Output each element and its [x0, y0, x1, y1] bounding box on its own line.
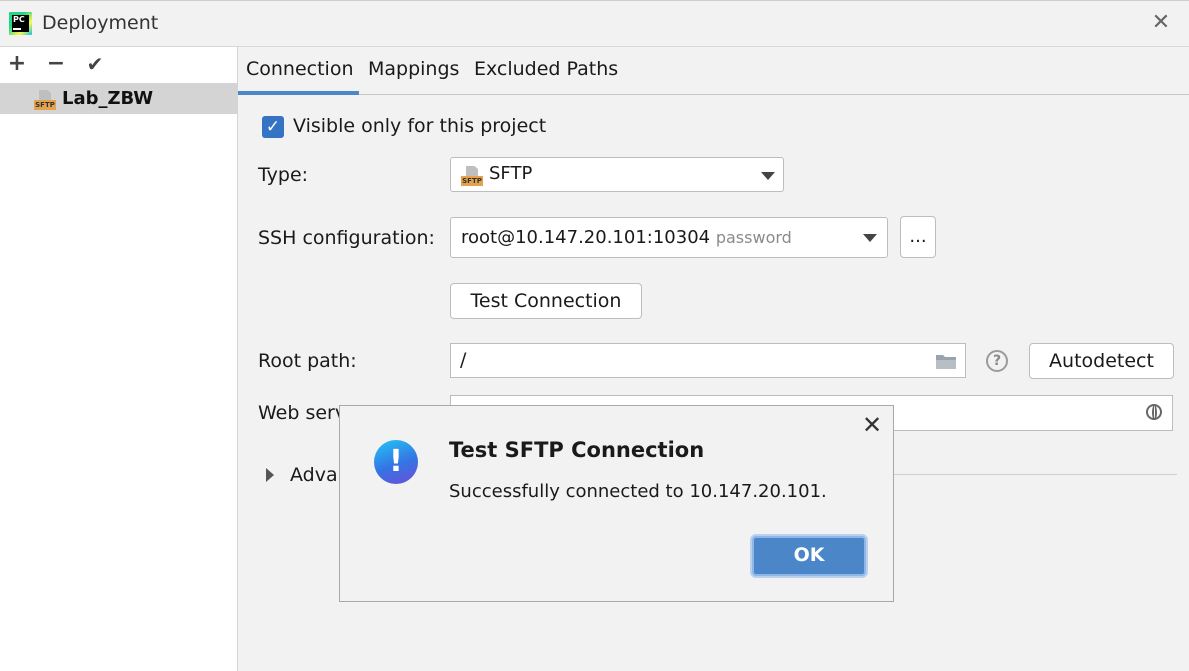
sftp-icon: SFTP — [461, 166, 483, 186]
ssh-configuration-label: SSH configuration: — [258, 227, 435, 249]
window-title: Deployment — [42, 12, 159, 34]
active-tab-indicator — [238, 91, 359, 95]
chevron-down-icon — [761, 172, 775, 180]
test-connection-dialog: ✕ ! Test SFTP Connection Successfully co… — [339, 405, 894, 602]
remove-server-icon[interactable]: − — [45, 53, 67, 75]
separator — [890, 474, 1177, 475]
expand-arrow-icon[interactable] — [266, 468, 274, 482]
ssh-auth-type: password — [715, 228, 792, 247]
type-dropdown[interactable]: SFTP SFTP — [450, 157, 784, 192]
add-server-icon[interactable]: + — [6, 53, 28, 75]
title-bar — [0, 0, 1189, 47]
type-value: SFTP — [489, 163, 533, 184]
root-path-value: / — [460, 349, 467, 371]
visible-only-label: Visible only for this project — [293, 115, 547, 137]
dialog-message: Successfully connected to 10.147.20.101. — [449, 481, 827, 502]
folder-icon[interactable] — [935, 353, 957, 370]
tab-connection[interactable]: Connection — [246, 58, 354, 80]
ssh-configuration-dropdown[interactable]: root@10.147.20.101:10304 password — [450, 217, 888, 258]
server-name: Lab_ZBW — [62, 88, 154, 109]
close-window-icon[interactable]: ✕ — [1150, 12, 1172, 34]
sftp-icon: SFTP — [34, 90, 56, 110]
pycharm-logo-icon: PC — [9, 12, 32, 35]
chevron-down-icon — [863, 234, 877, 242]
globe-icon[interactable] — [1146, 404, 1162, 420]
server-list-item[interactable]: SFTP Lab_ZBW — [0, 83, 237, 114]
root-path-input[interactable]: / — [450, 343, 966, 378]
tab-excluded-paths[interactable]: Excluded Paths — [474, 58, 618, 80]
info-exclamation-icon: ! — [374, 440, 418, 484]
apply-checkmark-icon[interactable]: ✔ — [84, 53, 106, 75]
test-connection-button[interactable]: Test Connection — [450, 283, 642, 319]
root-path-label: Root path: — [258, 350, 357, 372]
ssh-host: root@10.147.20.101:10304 — [461, 227, 711, 248]
tab-mappings[interactable]: Mappings — [368, 58, 459, 80]
close-icon[interactable]: ✕ — [860, 413, 884, 437]
dialog-title: Test SFTP Connection — [449, 438, 705, 462]
type-label: Type: — [258, 164, 309, 186]
server-list-panel: + − ✔ SFTP Lab_ZBW — [0, 47, 238, 671]
ssh-configuration-more-button[interactable]: ... — [900, 216, 936, 258]
web-server-url-label: Web serv — [258, 402, 347, 424]
tab-bar: Connection Mappings Excluded Paths — [238, 47, 1189, 95]
ssh-configuration-value: root@10.147.20.101:10304 password — [461, 227, 792, 248]
help-icon[interactable]: ? — [986, 350, 1008, 372]
autodetect-button[interactable]: Autodetect — [1029, 343, 1174, 379]
ok-button[interactable]: OK — [752, 536, 866, 576]
visible-only-checkbox[interactable]: ✓ — [262, 116, 284, 138]
